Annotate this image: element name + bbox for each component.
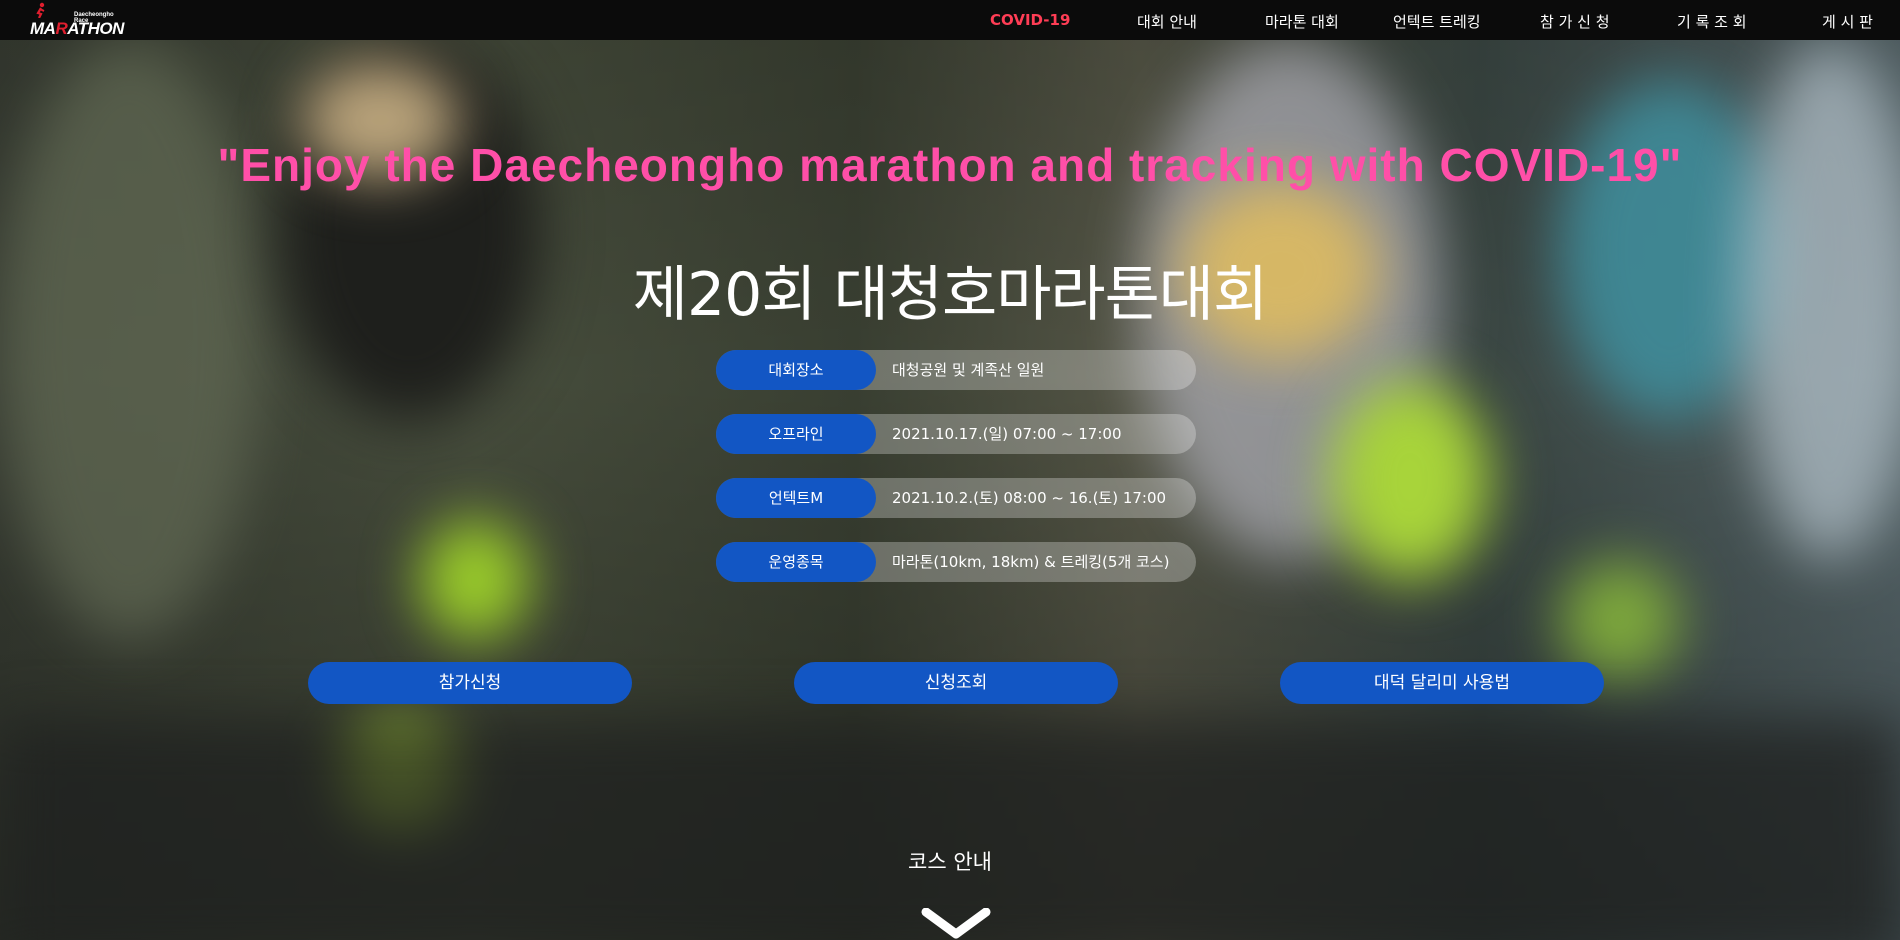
apply-button[interactable]: 참가신청 (308, 662, 632, 704)
info-label: 언텍트M (716, 478, 876, 518)
info-value: 마라톤(10km, 18km) & 트레킹(5개 코스) (892, 553, 1170, 571)
info-row-untact: 언텍트M 2021.10.2.(토) 08:00 ~ 16.(토) 17:00 (716, 478, 1196, 518)
page-title: 제20회 대청호마라톤대회 (632, 260, 1268, 330)
course-guide-label[interactable]: 코스 안내 (0, 846, 1900, 876)
info-label: 대회장소 (716, 350, 876, 390)
nav-item-registration[interactable]: 참 가 신 청 (1540, 11, 1610, 32)
check-application-button[interactable]: 신청조회 (794, 662, 1118, 704)
nav-item-covid19[interactable]: COVID-19 (990, 11, 1070, 29)
hero-slogan: "Enjoy the Daecheongho marathon and trac… (217, 139, 1683, 191)
nav-menu: COVID-19 대회 안내 마라톤 대회 언텍트 트레킹 참 가 신 청 기 … (0, 0, 1900, 40)
nav-item-marathon[interactable]: 마라톤 대회 (1265, 11, 1339, 32)
nav-item-untact-trekking[interactable]: 언텍트 트레킹 (1393, 11, 1481, 32)
info-row-venue: 대회장소 대청공원 및 계족산 일원 (716, 350, 1196, 390)
top-nav-bar: Daecheongho Race MARATHON COVID-19 대회 안내… (0, 0, 1900, 40)
info-label: 오프라인 (716, 414, 876, 454)
info-row-events: 운영종목 마라톤(10km, 18km) & 트레킹(5개 코스) (716, 542, 1196, 582)
chevron-down-icon[interactable] (920, 908, 992, 940)
info-value: 대청공원 및 계족산 일원 (892, 361, 1045, 379)
nav-item-records[interactable]: 기 록 조 회 (1677, 11, 1747, 32)
info-value: 2021.10.17.(일) 07:00 ~ 17:00 (892, 425, 1122, 443)
nav-item-board[interactable]: 게 시 판 (1822, 11, 1873, 32)
info-value: 2021.10.2.(토) 08:00 ~ 16.(토) 17:00 (892, 489, 1167, 507)
info-row-offline: 오프라인 2021.10.17.(일) 07:00 ~ 17:00 (716, 414, 1196, 454)
info-label: 운영종목 (716, 542, 876, 582)
daedeok-runner-guide-button[interactable]: 대덕 달리미 사용법 (1280, 662, 1604, 704)
nav-item-event-info[interactable]: 대회 안내 (1137, 11, 1197, 32)
